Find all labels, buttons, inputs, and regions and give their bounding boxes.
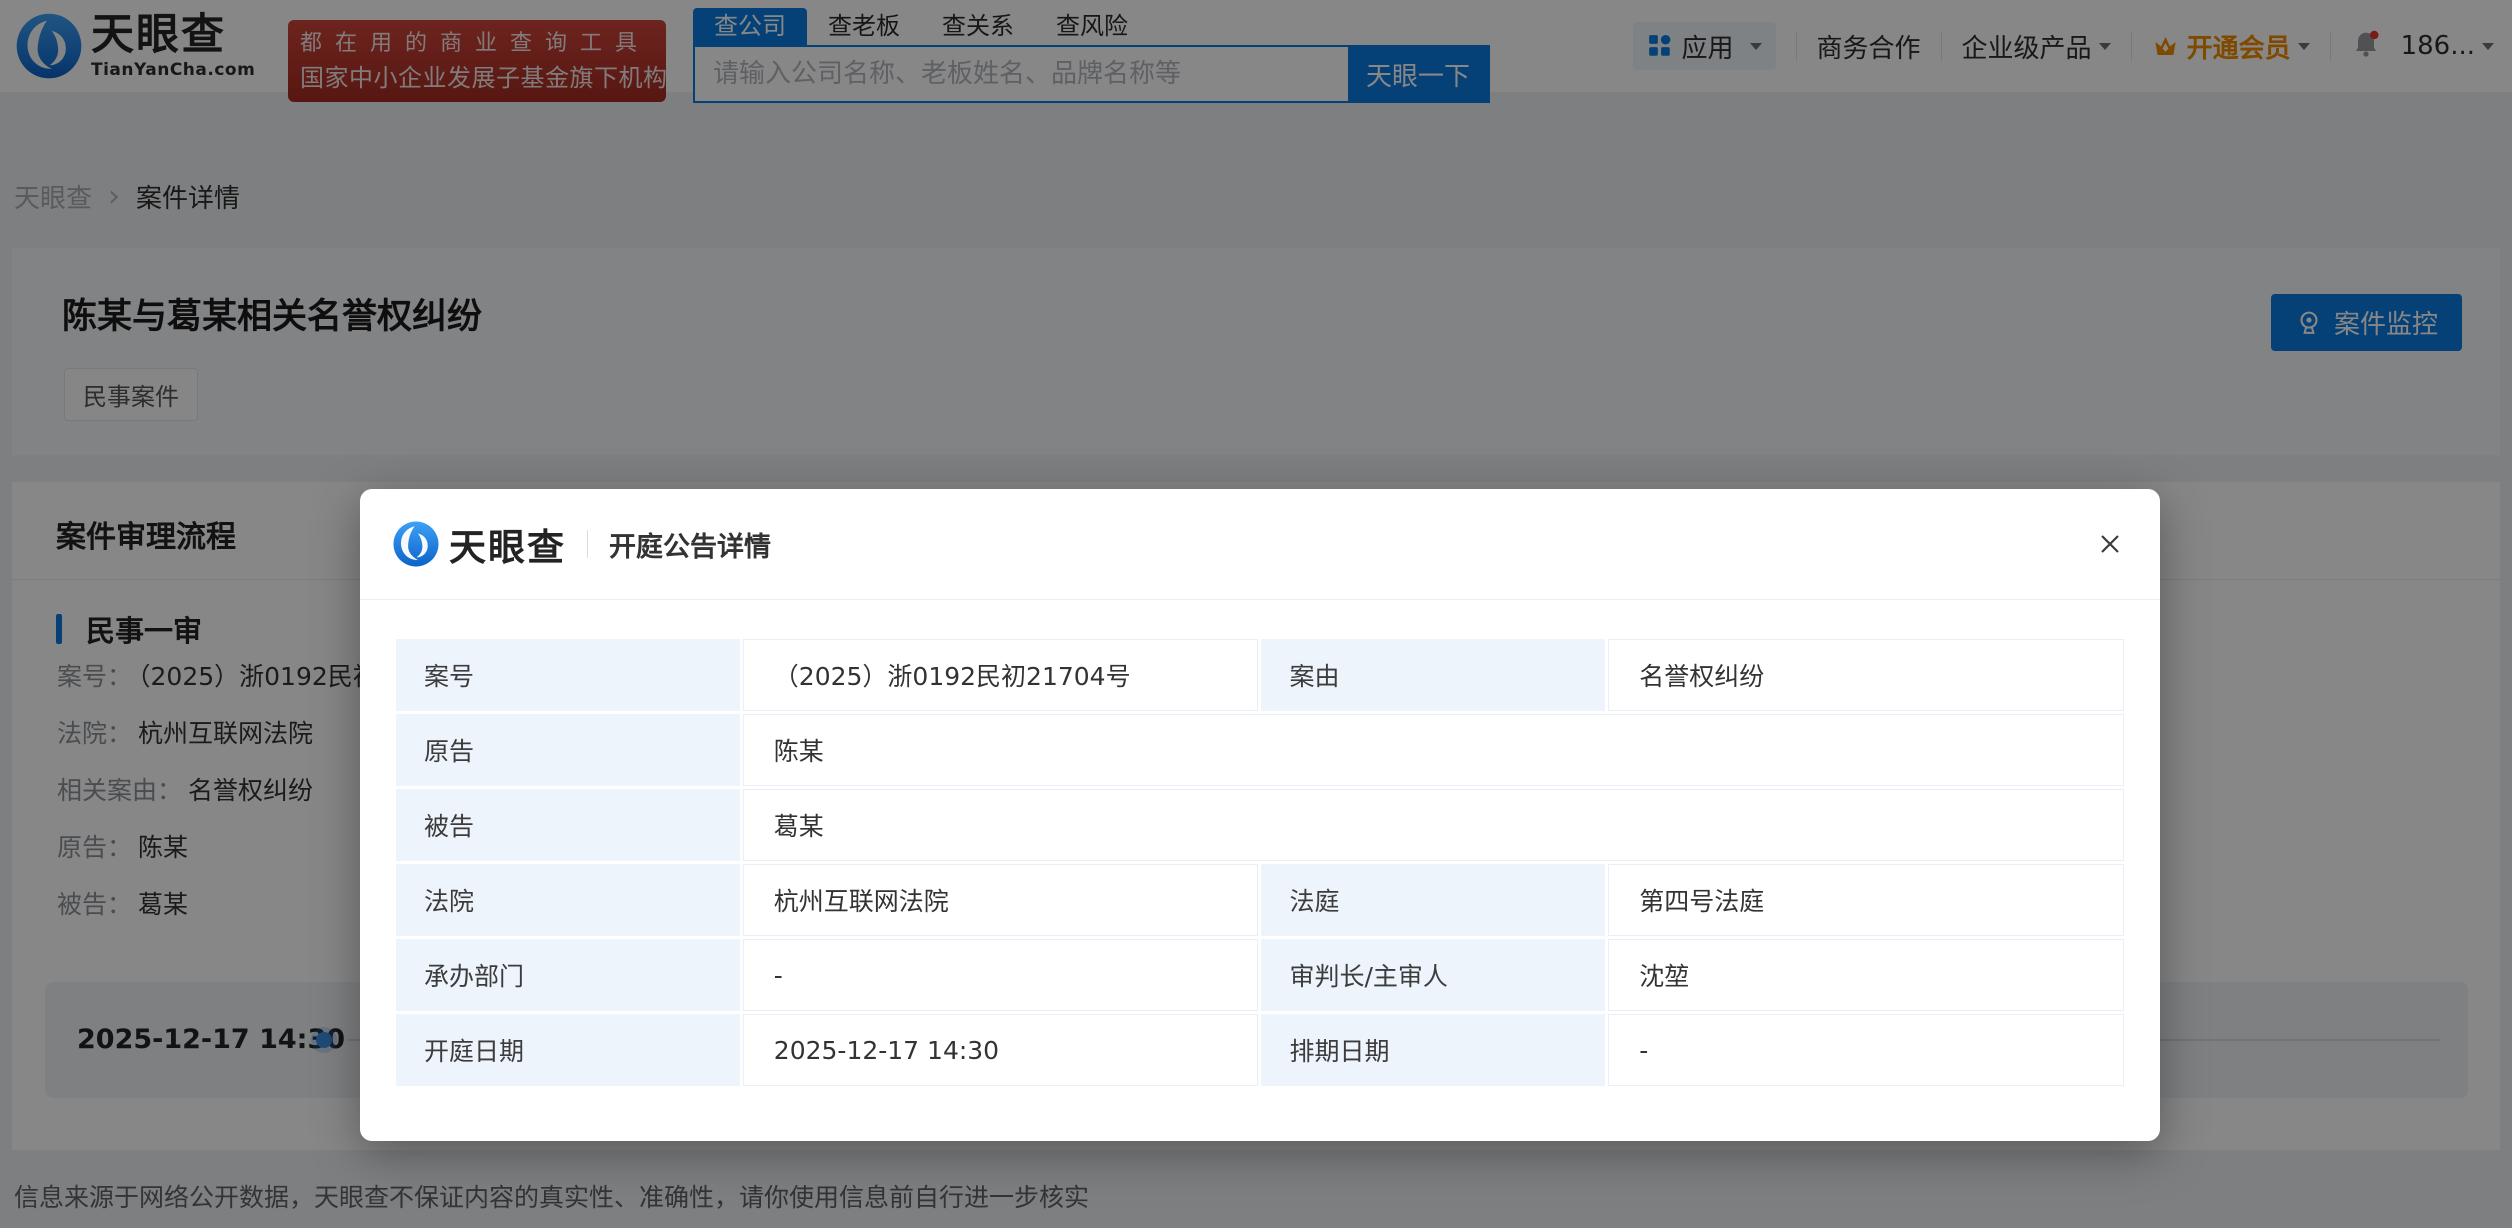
cell-label: 承办部门 [396, 939, 740, 1011]
table-row: 被告 葛某 [396, 789, 2124, 861]
cell-label: 原告 [396, 714, 740, 786]
cell-label: 法院 [396, 864, 740, 936]
cell-label: 法庭 [1261, 864, 1605, 936]
table-row: 开庭日期 2025-12-17 14:30 排期日期 - [396, 1014, 2124, 1086]
cell-value: 名誉权纠纷 [1608, 639, 2124, 711]
table-row: 案号 （2025）浙0192民初21704号 案由 名誉权纠纷 [396, 639, 2124, 711]
cell-label: 开庭日期 [396, 1014, 740, 1086]
cell-value: 葛某 [743, 789, 2124, 861]
tianyancha-logo-icon [393, 521, 439, 567]
cell-label: 审判长/主审人 [1261, 939, 1605, 1011]
cell-label: 案由 [1261, 639, 1605, 711]
table-row: 原告 陈某 [396, 714, 2124, 786]
cell-value: - [743, 939, 1259, 1011]
close-icon [2095, 529, 2125, 559]
cell-value: 第四号法庭 [1608, 864, 2124, 936]
cell-value: 沈堃 [1608, 939, 2124, 1011]
cell-value: 陈某 [743, 714, 2124, 786]
cell-label: 案号 [396, 639, 740, 711]
modal-header-divider [587, 530, 588, 558]
cell-label: 排期日期 [1261, 1014, 1605, 1086]
modal-body: 案号 （2025）浙0192民初21704号 案由 名誉权纠纷 原告 陈某 被告… [360, 600, 2160, 1089]
cell-value: 杭州互联网法院 [743, 864, 1259, 936]
cell-value: （2025）浙0192民初21704号 [743, 639, 1259, 711]
hearing-detail-modal: 天眼查 开庭公告详情 案号 （2025）浙0192民初21704号 案由 名誉权… [360, 489, 2160, 1141]
modal-title: 开庭公告详情 [609, 525, 771, 564]
modal-header: 天眼查 开庭公告详情 [360, 489, 2160, 600]
table-row: 法院 杭州互联网法院 法庭 第四号法庭 [396, 864, 2124, 936]
table-row: 承办部门 - 审判长/主审人 沈堃 [396, 939, 2124, 1011]
cell-value: 2025-12-17 14:30 [743, 1014, 1259, 1086]
cell-value: - [1608, 1014, 2124, 1086]
cell-label: 被告 [396, 789, 740, 861]
hearing-detail-table: 案号 （2025）浙0192民初21704号 案由 名誉权纠纷 原告 陈某 被告… [393, 636, 2127, 1089]
modal-close-button[interactable] [2093, 527, 2127, 561]
modal-brand-name: 天眼查 [449, 517, 566, 571]
